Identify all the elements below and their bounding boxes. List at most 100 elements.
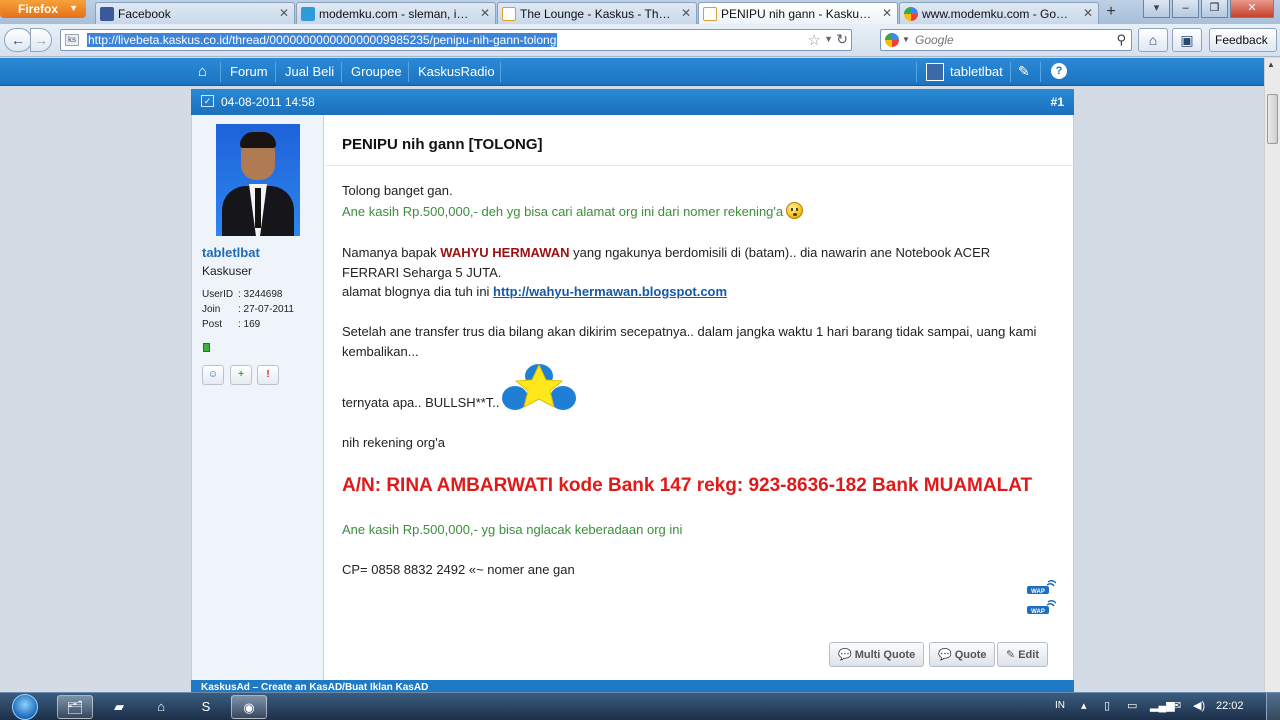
checkbox-icon[interactable]: ✓ <box>201 95 214 107</box>
nav-kaskusradio[interactable]: KaskusRadio <box>418 64 495 79</box>
avatar-hair <box>240 132 276 148</box>
app-taskbar-icon[interactable]: ▰ <box>101 695 137 719</box>
author-sidebar: tabletlbat Kaskuser UserID: 3244698 Join… <box>192 115 324 680</box>
scroll-up-icon[interactable]: ▲ <box>1267 60 1275 69</box>
google-engine-icon[interactable] <box>885 33 899 47</box>
volume-icon[interactable]: ◀) <box>1193 699 1205 712</box>
window-controls: ▾ – ❐ ✕ <box>1143 0 1274 20</box>
language-indicator[interactable]: IN <box>1055 700 1065 711</box>
history-dropdown-icon[interactable]: ▼ <box>824 34 833 44</box>
nav-jual-beli[interactable]: Jual Beli <box>285 64 334 79</box>
tray-expand-icon[interactable]: ▴ <box>1081 699 1087 712</box>
quote-button[interactable]: 💬 Quote <box>929 642 996 667</box>
account-text: A/N: RINA AMBARWATI kode Bank 147 rekg: … <box>342 475 1033 496</box>
scrollbar-thumb[interactable] <box>1267 94 1278 144</box>
nav-divider <box>1040 62 1041 82</box>
home-icon[interactable]: ⌂ <box>198 63 214 80</box>
vertical-scrollbar[interactable]: ▲ <box>1264 58 1280 692</box>
add-reputation-icon[interactable]: + <box>230 365 252 385</box>
user-avatar[interactable] <box>926 63 944 81</box>
thread-title: PENIPU nih gann [TOLONG] <box>342 136 543 153</box>
text-line: Tolong banget gan. <box>342 183 453 198</box>
minimize-button[interactable]: – <box>1172 0 1199 18</box>
kaskusad-text[interactable]: KaskusAd – Create an KasAD/Buat Iklan Ka… <box>201 682 428 692</box>
system-clock[interactable]: 22:02 <box>1216 700 1244 712</box>
paragraph: Ane kasih Rp.500,000,- yg bisa nglacak k… <box>342 520 682 540</box>
search-bar[interactable]: ▼ ⚲ <box>880 29 1132 51</box>
text-segment: alamat blognya dia tuh ini <box>342 284 494 299</box>
site-identity-icon[interactable]: ks <box>65 34 79 46</box>
kaskus-navbar: ⌂ Forum Jual Beli Groupee KaskusRadio ta… <box>0 58 1264 86</box>
close-window-button[interactable]: ✕ <box>1230 0 1274 18</box>
firefox-taskbar-icon[interactable]: ◉ <box>231 695 267 719</box>
close-icon[interactable]: ✕ <box>1083 6 1093 20</box>
nav-groupee[interactable]: Groupee <box>351 64 402 79</box>
logged-in-username[interactable]: tabletlbat <box>950 64 1003 79</box>
reload-icon[interactable]: ↻ <box>836 31 848 48</box>
text-line: ternyata apa.. BULLSH**T.. ? <box>342 395 511 410</box>
tab-google-search[interactable]: www.modemku.com - Google... ✕ <box>899 2 1099 24</box>
author-username[interactable]: tabletlbat <box>202 245 260 260</box>
pencil-icon[interactable]: ✎ <box>1018 63 1030 80</box>
close-icon[interactable]: ✕ <box>882 6 892 20</box>
nav-forum[interactable]: Forum <box>230 64 268 79</box>
url-text[interactable]: http://livebeta.kaskus.co.id/thread/0000… <box>87 33 558 47</box>
explorer-taskbar-icon[interactable]: 🗂 <box>57 695 93 719</box>
engine-dropdown-icon[interactable]: ▼ <box>902 35 910 44</box>
chevron-down-icon: ▼ <box>69 3 78 13</box>
text-segment: Namanya bapak <box>342 245 441 260</box>
back-button[interactable]: ← <box>4 28 32 52</box>
camera-taskbar-icon[interactable]: ⌂ <box>143 695 179 719</box>
close-icon[interactable]: ✕ <box>279 6 289 20</box>
wap-icon[interactable]: WAP <box>1027 580 1056 594</box>
close-icon[interactable]: ✕ <box>681 6 691 20</box>
feedback-button[interactable]: Feedback ▼ <box>1209 28 1277 68</box>
addon-bar-button[interactable]: ▣ <box>1172 28 1202 52</box>
new-tab-button[interactable]: + <box>1100 3 1122 23</box>
search-input[interactable] <box>915 33 1095 47</box>
svg-text:WAP: WAP <box>1031 609 1045 614</box>
start-button[interactable] <box>6 693 44 720</box>
network-signal-icon[interactable]: ▂▄▆ <box>1150 699 1175 712</box>
show-desktop-button[interactable] <box>1266 693 1280 720</box>
text-segment: yang ngakunya berdomisili di (batam).. d… <box>569 245 991 260</box>
maximize-button[interactable]: ❐ <box>1201 0 1228 18</box>
tab-modemku[interactable]: modemku.com - sleman, indo... ✕ <box>296 2 496 24</box>
kaskusad-bar[interactable]: KaskusAd – Create an KasAD/Buat Iklan Ka… <box>191 680 1074 692</box>
paragraph: Tolong banget gan. <box>342 181 453 201</box>
firefox-menu-button[interactable]: Firefox ▼ <box>0 0 86 18</box>
phone-tray-icon[interactable]: ▯ <box>1104 699 1110 712</box>
author-avatar[interactable] <box>216 124 300 236</box>
reward-text: Ane kasih Rp.500,000,- yg bisa nglacak k… <box>342 522 683 537</box>
sync-tray-icon[interactable]: ▭ <box>1127 699 1137 712</box>
nav-divider <box>220 62 221 82</box>
close-icon[interactable]: ✕ <box>480 6 490 20</box>
home-button[interactable]: ⌂ <box>1138 28 1168 52</box>
tab-penipu-thread[interactable]: PENIPU nih gann - Kaskus - T... ✕ <box>698 2 898 24</box>
tab-the-lounge[interactable]: The Lounge - Kaskus - The Lar... ✕ <box>497 2 697 24</box>
edit-button[interactable]: ✎ Edit <box>997 642 1048 667</box>
stat-value: : 3244698 <box>238 289 283 300</box>
paragraph: FERRARI Seharga 5 JUTA. <box>342 263 501 283</box>
tab-title: PENIPU nih gann - Kaskus - T... <box>721 7 873 21</box>
google-favicon-icon <box>904 7 918 21</box>
post-number[interactable]: #1 <box>1051 95 1064 109</box>
scammer-name: WAHYU HERMAWAN <box>440 245 570 260</box>
search-icon[interactable]: ⚲ <box>1116 32 1126 48</box>
wap-icon[interactable]: WAP <box>1027 600 1056 614</box>
nav-divider <box>275 62 276 82</box>
bookmark-star-icon[interactable]: ☆ <box>808 31 821 49</box>
report-icon[interactable]: ! <box>257 365 279 385</box>
text-line: FERRARI Seharga 5 JUTA. <box>342 265 502 280</box>
skype-taskbar-icon[interactable]: S <box>188 695 224 719</box>
forward-button[interactable]: → <box>30 28 52 52</box>
blog-link[interactable]: http://wahyu-hermawan.blogspot.com <box>493 284 727 299</box>
multi-quote-button[interactable]: 💬 Multi Quote <box>829 642 925 667</box>
address-bar[interactable]: ks http://livebeta.kaskus.co.id/thread/0… <box>60 29 852 51</box>
tab-facebook[interactable]: Facebook ✕ <box>95 2 295 24</box>
app-tray-icon[interactable]: ✉ <box>1172 699 1181 712</box>
help-icon[interactable]: ? <box>1051 63 1067 79</box>
tab-list-chevron-icon[interactable]: ▾ <box>1143 0 1170 18</box>
profile-icon[interactable]: ☺ <box>202 365 224 385</box>
nav-divider <box>341 62 342 82</box>
